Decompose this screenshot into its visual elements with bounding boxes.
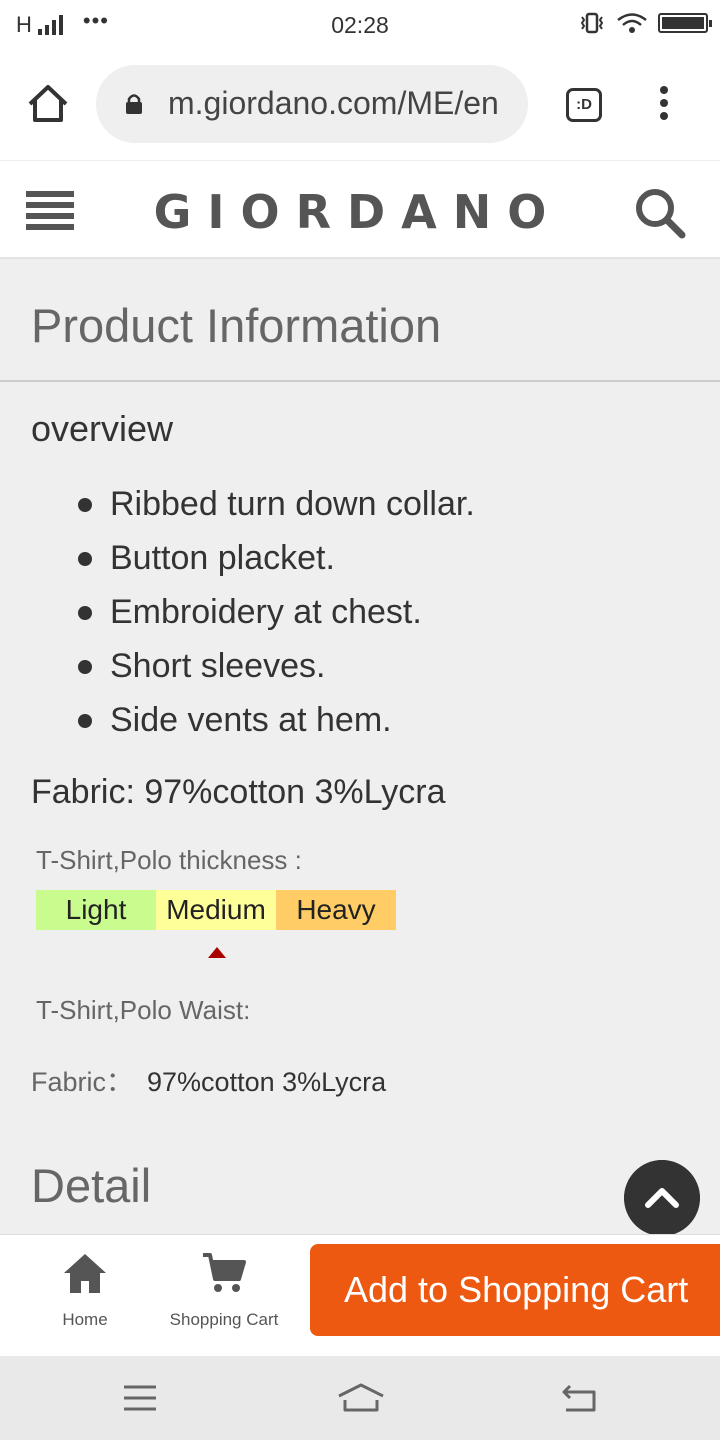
list-item: Ribbed turn down collar. [78,482,475,536]
browser-menu-icon[interactable] [650,86,678,126]
browser-home-icon[interactable] [26,82,70,126]
list-item: Short sleeves. [78,644,475,698]
status-bar: H ••• 02:28 [0,0,720,50]
cart-label: Shopping Cart [169,1310,279,1329]
address-bar[interactable]: m.giordano.com/ME/en [96,65,528,143]
status-right [578,12,712,34]
home-icon [64,1254,106,1293]
fabric-key: Fabric： [31,1067,134,1097]
thickness-heavy: Heavy [276,890,396,930]
browser-toolbar: m.giordano.com/ME/en :D [0,50,720,160]
section-divider [0,380,720,382]
list-item: Button placket. [78,536,475,590]
thickness-label: T-Shirt,Polo thickness : [36,845,302,875]
product-information-title: Product Information [31,299,442,352]
recent-apps-icon[interactable] [122,1384,158,1412]
waist-label: T-Shirt,Polo Waist: [36,995,251,1025]
lock-icon [126,94,142,114]
menu-icon[interactable] [26,191,74,235]
home-button[interactable]: Home [40,1251,130,1330]
giordano-logo[interactable]: GIORDANO [148,185,568,239]
list-item: Embroidery at chest. [78,590,475,644]
vibrate-icon [580,12,604,34]
overview-heading: overview [31,408,174,449]
thickness-light: Light [36,890,156,930]
fabric-value: 97%cotton 3%Lycra [147,1067,387,1097]
cart-icon [203,1253,246,1292]
fabric-row: Fabric： 97%cotton 3%Lycra [31,1060,386,1099]
battery-icon [658,13,712,33]
back-to-top-button[interactable] [624,1160,700,1236]
site-header: GIORDANO [0,161,720,259]
wifi-icon [617,13,647,33]
thickness-scale: Light Medium Heavy [36,890,396,930]
search-icon[interactable] [632,185,688,241]
bottom-action-bar: Home Shopping Cart Add to Shopping Cart [0,1234,720,1356]
shopping-cart-button[interactable]: Shopping Cart [162,1251,286,1330]
add-to-cart-button[interactable]: Add to Shopping Cart [310,1244,720,1336]
home-label: Home [62,1310,108,1329]
feature-list: Ribbed turn down collar. Button placket.… [78,482,475,752]
tab-switcher-button[interactable]: :D [566,88,602,122]
thickness-medium: Medium [156,890,276,930]
thickness-indicator-icon [208,947,226,958]
system-back-icon[interactable] [560,1382,598,1414]
system-nav-bar [0,1356,720,1440]
url-text: m.giordano.com/ME/en [168,85,499,121]
fabric-composition: Fabric: 97%cotton 3%Lycra [31,773,446,811]
system-home-icon[interactable] [336,1382,386,1414]
detail-title: Detail [31,1159,152,1212]
list-item: Side vents at hem. [78,698,475,752]
